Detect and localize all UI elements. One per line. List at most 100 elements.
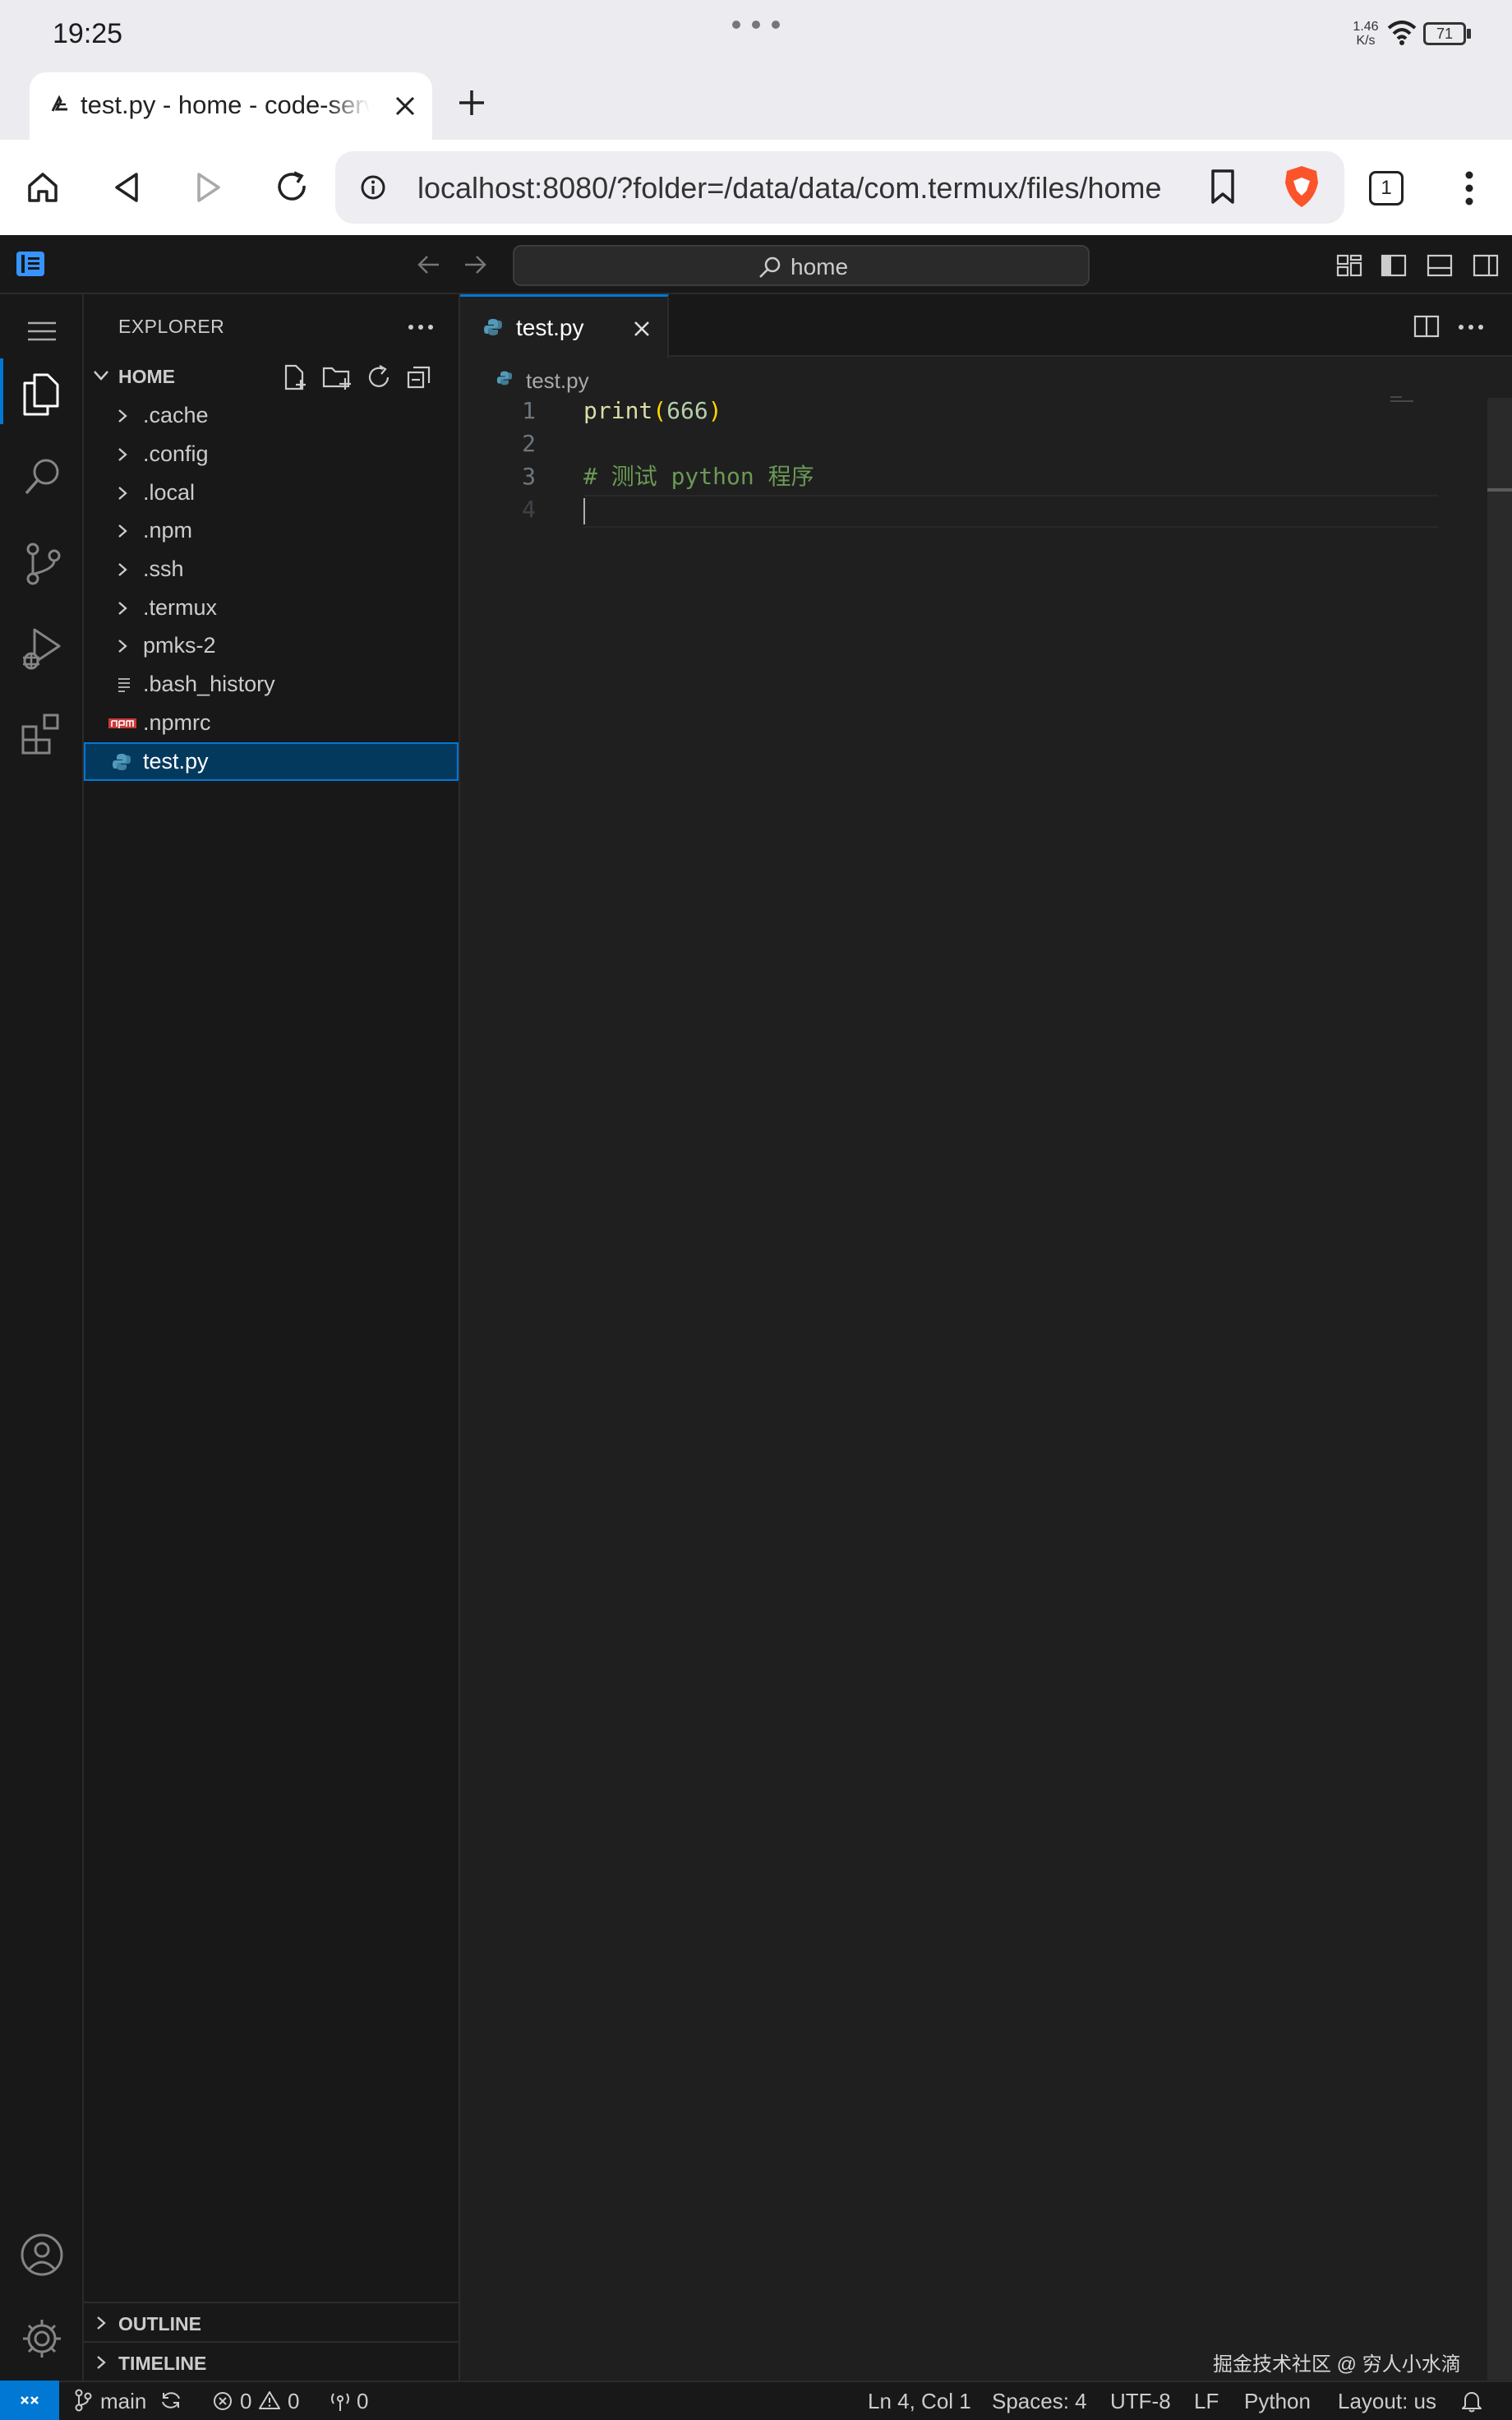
url-text: localhost:8080/?folder=/data/data/com.te… [417,171,1162,205]
browser-tab-title: test.py - home - code-server [81,90,370,119]
manage-gear-icon[interactable] [20,2316,64,2361]
encoding[interactable]: UTF-8 [1110,2382,1171,2420]
tree-item-label: .termux [143,595,218,620]
new-folder-icon[interactable] [322,363,353,391]
chevron-right-icon [95,2354,107,2371]
cursor-position[interactable]: Ln 4, Col 1 [868,2382,971,2420]
tree-folder-pmks[interactable]: pmks-2 [84,626,459,665]
explorer-icon[interactable] [21,373,61,416]
git-branch-label[interactable]: main [100,2382,146,2420]
forward-icon[interactable] [192,171,225,204]
tree-folder-local[interactable]: .local [84,473,459,512]
tree-folder-npm[interactable]: .npm [84,511,459,550]
battery-icon: 71 [1423,22,1466,45]
collapse-all-icon[interactable] [406,363,434,391]
close-editor-icon[interactable] [633,320,651,338]
explorer-section-header[interactable]: HOME [84,357,459,396]
toggle-primary-sidebar-icon[interactable] [1381,253,1407,278]
timeline-title: TIMELINE [118,2353,207,2374]
more-dots-icon[interactable] [728,18,787,31]
end-of-line[interactable]: LF [1194,2382,1219,2420]
notifications-bell-icon[interactable] [1461,2390,1482,2413]
browser-menu-icon[interactable] [1464,171,1474,206]
extensions-icon[interactable] [20,712,64,756]
customize-layout-icon[interactable] [1336,253,1362,278]
chevron-right-icon [117,485,128,501]
npm-file-icon [108,718,136,728]
nav-forward-icon[interactable] [462,253,488,276]
tree-folder-cache[interactable]: .cache [84,396,459,435]
nav-back-icon[interactable] [416,253,442,276]
sync-icon[interactable] [159,2390,182,2410]
back-icon[interactable] [110,171,143,204]
source-control-icon[interactable] [23,543,62,585]
tree-folder-ssh[interactable]: .ssh [84,550,459,589]
minimap[interactable] [1389,396,1417,403]
line-content: print(666) [583,395,722,427]
language-mode[interactable]: Python [1244,2382,1311,2420]
tree-file-test-py[interactable]: test.py [84,742,459,781]
browser-tab[interactable]: test.py - home - code-server [30,72,432,140]
bookmark-icon[interactable] [1208,168,1238,207]
search-view-icon[interactable] [23,457,62,496]
chevron-down-icon [92,368,110,383]
tree-file-npmrc[interactable]: .npmrc [84,704,459,742]
toggle-secondary-sidebar-icon[interactable] [1473,253,1499,278]
chevron-right-icon [117,600,128,617]
command-center-search[interactable]: home [513,245,1090,286]
brave-shield-icon[interactable] [1282,164,1321,209]
vscode-titlebar: home [0,235,1512,294]
tab-switcher-button[interactable]: 1 [1369,171,1404,206]
git-branch-icon [74,2389,92,2412]
code-line: 2 [460,427,1446,460]
site-info-icon[interactable] [360,174,386,201]
url-bar[interactable]: localhost:8080/?folder=/data/data/com.te… [335,151,1344,224]
tree-item-label: .bash_history [143,672,275,696]
toggle-panel-icon[interactable] [1427,253,1453,278]
browser-toolbar: localhost:8080/?folder=/data/data/com.te… [0,140,1512,235]
run-debug-icon[interactable] [20,626,62,672]
remote-icon [18,2390,41,2410]
ports-count[interactable]: 0 [357,2382,368,2420]
tree-item-label: .config [143,441,209,466]
new-tab-icon[interactable] [457,88,486,118]
search-icon [758,256,782,279]
tree-item-label: test.py [143,749,209,774]
keyboard-layout[interactable]: Layout: us [1338,2382,1436,2420]
tree-folder-config[interactable]: .config [84,435,459,473]
editor-more-icon[interactable] [1458,324,1484,330]
refresh-icon[interactable] [365,363,393,391]
close-tab-icon[interactable] [394,95,416,117]
editor-scrollbar-track[interactable] [1487,398,1512,2381]
warning-icon [258,2390,281,2411]
scrollbar-cursor-marker [1487,488,1512,492]
reload-icon[interactable] [274,169,311,206]
home-icon[interactable] [25,169,61,206]
explorer-more-icon[interactable] [408,324,434,330]
explorer-title: EXPLORER [118,316,225,337]
code-lines[interactable]: 1 print(666) 2 3 # 测试 python 程序 4 [460,395,1446,526]
token-comment: # 测试 python 程序 [583,463,814,490]
error-count[interactable]: 0 [240,2382,251,2420]
remote-indicator[interactable] [0,2381,59,2420]
warning-count[interactable]: 0 [288,2382,299,2420]
tab-count: 1 [1381,177,1392,199]
code-line: 1 print(666) [460,395,1446,427]
new-file-icon[interactable] [281,363,309,391]
chevron-right-icon [117,408,128,424]
accounts-icon[interactable] [20,2233,64,2277]
battery-tip [1467,29,1471,39]
split-editor-icon[interactable] [1413,314,1440,339]
tree-item-label: .local [143,480,196,505]
timeline-section[interactable]: TIMELINE [84,2341,459,2381]
tree-folder-termux[interactable]: .termux [84,589,459,627]
text-file-icon [117,677,131,693]
editor-area: test.py test.py 1 print(666) 2 3 # 测试 py… [460,294,1512,2381]
outline-section[interactable]: OUTLINE [84,2302,459,2341]
command-center-label: home [791,254,849,279]
app-menu-icon[interactable] [16,252,44,276]
indentation[interactable]: Spaces: 4 [992,2382,1087,2420]
hamburger-menu-icon[interactable] [26,319,58,344]
tree-file-bash-history[interactable]: .bash_history [84,665,459,704]
editor-tab-test-py[interactable]: test.py [460,294,669,358]
